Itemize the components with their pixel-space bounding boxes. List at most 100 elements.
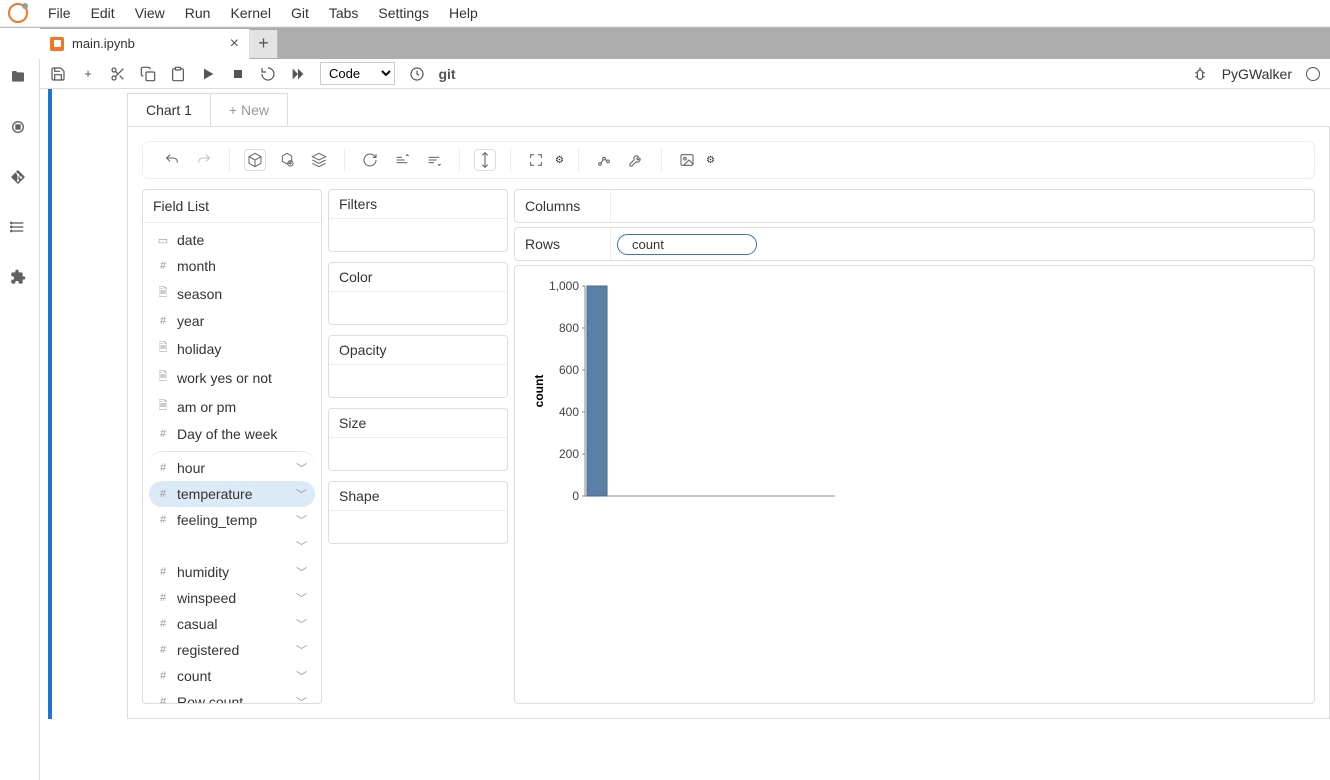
restart-icon[interactable] bbox=[260, 66, 276, 82]
add-tab-button[interactable]: + bbox=[250, 30, 278, 58]
field-label: season bbox=[177, 286, 222, 302]
kernel-name[interactable]: PyGWalker bbox=[1222, 66, 1292, 82]
chevron-down-icon[interactable]: ﹀ bbox=[296, 564, 307, 580]
field-item-Row-count[interactable]: #Row count﹀ bbox=[149, 689, 315, 703]
field-item-month[interactable]: #month bbox=[149, 253, 315, 279]
git-icon[interactable] bbox=[10, 169, 30, 189]
clock-icon[interactable] bbox=[409, 66, 425, 82]
shelf-opacity[interactable]: Opacity bbox=[328, 335, 508, 398]
hash-icon: # bbox=[157, 315, 169, 327]
shelf-color[interactable]: Color bbox=[328, 262, 508, 325]
tab-close-icon[interactable]: × bbox=[230, 35, 239, 53]
copy-icon[interactable] bbox=[140, 66, 156, 82]
field-item-holiday[interactable]: 🗎holiday bbox=[149, 334, 315, 363]
run-all-icon[interactable] bbox=[290, 66, 306, 82]
field-item-hour[interactable]: #hour﹀ bbox=[149, 451, 315, 481]
shelf-columns[interactable]: Columns bbox=[514, 189, 1315, 223]
chevron-down-icon[interactable]: ﹀ bbox=[296, 460, 307, 476]
wrench-icon[interactable] bbox=[625, 149, 647, 171]
menu-edit[interactable]: Edit bbox=[81, 5, 125, 21]
undo-icon[interactable] bbox=[161, 149, 183, 171]
menu-kernel[interactable]: Kernel bbox=[220, 5, 280, 21]
field-item-feeling_temp[interactable]: #feeling_temp﹀ bbox=[149, 507, 315, 533]
field-label: temperature bbox=[177, 486, 252, 502]
image-icon[interactable] bbox=[676, 149, 698, 171]
sort-asc-icon[interactable] bbox=[391, 149, 413, 171]
chart-type-icon[interactable] bbox=[593, 149, 615, 171]
hash-icon: # bbox=[157, 566, 169, 578]
menu-run[interactable]: Run bbox=[175, 5, 221, 21]
field-item-date[interactable]: ▭date bbox=[149, 227, 315, 253]
chevron-down-icon[interactable]: ﹀ bbox=[296, 590, 307, 606]
extensions-icon[interactable] bbox=[10, 269, 30, 289]
hash-icon: # bbox=[157, 488, 169, 500]
chevron-down-icon[interactable]: ﹀ bbox=[296, 642, 307, 658]
shelf-size[interactable]: Size bbox=[328, 408, 508, 471]
field-item-season[interactable]: 🗎season bbox=[149, 279, 315, 308]
field-item-work-yes-or-not[interactable]: 🗎work yes or not bbox=[149, 363, 315, 392]
run-icon[interactable] bbox=[200, 66, 216, 82]
chevron-down-icon[interactable]: ﹀ bbox=[296, 538, 307, 554]
field-item-casual[interactable]: #casual﹀ bbox=[149, 611, 315, 637]
chevron-down-icon[interactable]: ﹀ bbox=[296, 694, 307, 703]
new-chart-tab[interactable]: + New bbox=[211, 93, 288, 126]
menu-settings[interactable]: Settings bbox=[368, 5, 439, 21]
field-item-temperature[interactable]: # temperature ﹀ bbox=[149, 481, 315, 507]
field-item-year[interactable]: # year bbox=[149, 308, 315, 334]
shelf-color-label: Color bbox=[329, 263, 507, 292]
save-icon[interactable] bbox=[50, 66, 66, 82]
running-icon[interactable] bbox=[10, 119, 30, 139]
notebook-toolbar: + Code git PyGWalker bbox=[40, 59, 1330, 89]
folder-icon[interactable] bbox=[10, 69, 30, 89]
menu-view[interactable]: View bbox=[125, 5, 175, 21]
git-button[interactable]: git bbox=[439, 66, 455, 82]
chart-tab[interactable]: Chart 1 bbox=[127, 93, 211, 126]
chart-area[interactable]: 02004006008001,000count bbox=[514, 265, 1315, 704]
chevron-down-icon[interactable]: ﹀ bbox=[296, 668, 307, 684]
cell[interactable]: Chart 1 + New bbox=[48, 89, 1330, 719]
redo-icon[interactable] bbox=[193, 149, 215, 171]
notebook-tab[interactable]: main.ipynb × bbox=[40, 29, 250, 59]
chevron-down-icon[interactable]: ﹀ bbox=[296, 616, 307, 632]
rows-pill-count[interactable]: count bbox=[617, 234, 757, 255]
chart-column: Columns Rows count bbox=[514, 189, 1315, 704]
shelf-filters[interactable]: Filters bbox=[328, 189, 508, 252]
swap-axes-icon[interactable] bbox=[474, 149, 496, 171]
shelf-shape[interactable]: Shape bbox=[328, 481, 508, 544]
layers-icon[interactable] bbox=[308, 149, 330, 171]
sort-desc-icon[interactable] bbox=[423, 149, 445, 171]
menu-help[interactable]: Help bbox=[439, 5, 488, 21]
bug-icon[interactable] bbox=[1192, 66, 1208, 82]
stop-icon[interactable] bbox=[230, 66, 246, 82]
fullscreen-icon[interactable] bbox=[525, 149, 547, 171]
svg-text:400: 400 bbox=[559, 405, 579, 419]
cut-icon[interactable] bbox=[110, 66, 126, 82]
menu-git[interactable]: Git bbox=[281, 5, 319, 21]
encoding-panel: Filters Color Opacity Size Shape bbox=[328, 189, 508, 704]
shelf-rows[interactable]: Rows count bbox=[514, 227, 1315, 261]
field-label: winspeed bbox=[177, 590, 236, 606]
field-label: year bbox=[177, 313, 204, 329]
field-item-am-or-pm[interactable]: 🗎am or pm bbox=[149, 392, 315, 421]
gear-icon[interactable]: ⚙ bbox=[555, 155, 564, 166]
field-item-count[interactable]: #count﹀ bbox=[149, 663, 315, 689]
chevron-down-icon[interactable]: ﹀ bbox=[296, 512, 307, 528]
field-item-Day-of-the-week[interactable]: #Day of the week bbox=[149, 421, 315, 447]
cube-icon[interactable] bbox=[244, 149, 266, 171]
activity-bar bbox=[0, 59, 40, 780]
chevron-down-icon[interactable]: ﹀ bbox=[296, 486, 307, 502]
hash-icon: # bbox=[157, 514, 169, 526]
field-item-registered[interactable]: #registered﹀ bbox=[149, 637, 315, 663]
add-cell-icon[interactable]: + bbox=[80, 66, 96, 82]
svg-text:count: count bbox=[532, 375, 546, 408]
refresh-icon[interactable] bbox=[359, 149, 381, 171]
gear-icon[interactable]: ⚙ bbox=[706, 155, 715, 166]
field-item-humidity[interactable]: #humidity﹀ bbox=[149, 559, 315, 585]
paste-icon[interactable] bbox=[170, 66, 186, 82]
cube-add-icon[interactable] bbox=[276, 149, 298, 171]
menu-tabs[interactable]: Tabs bbox=[319, 5, 369, 21]
cell-type-select[interactable]: Code bbox=[320, 62, 395, 85]
field-item-winspeed[interactable]: #winspeed﹀ bbox=[149, 585, 315, 611]
toc-icon[interactable] bbox=[10, 219, 30, 239]
menu-file[interactable]: File bbox=[38, 5, 81, 21]
